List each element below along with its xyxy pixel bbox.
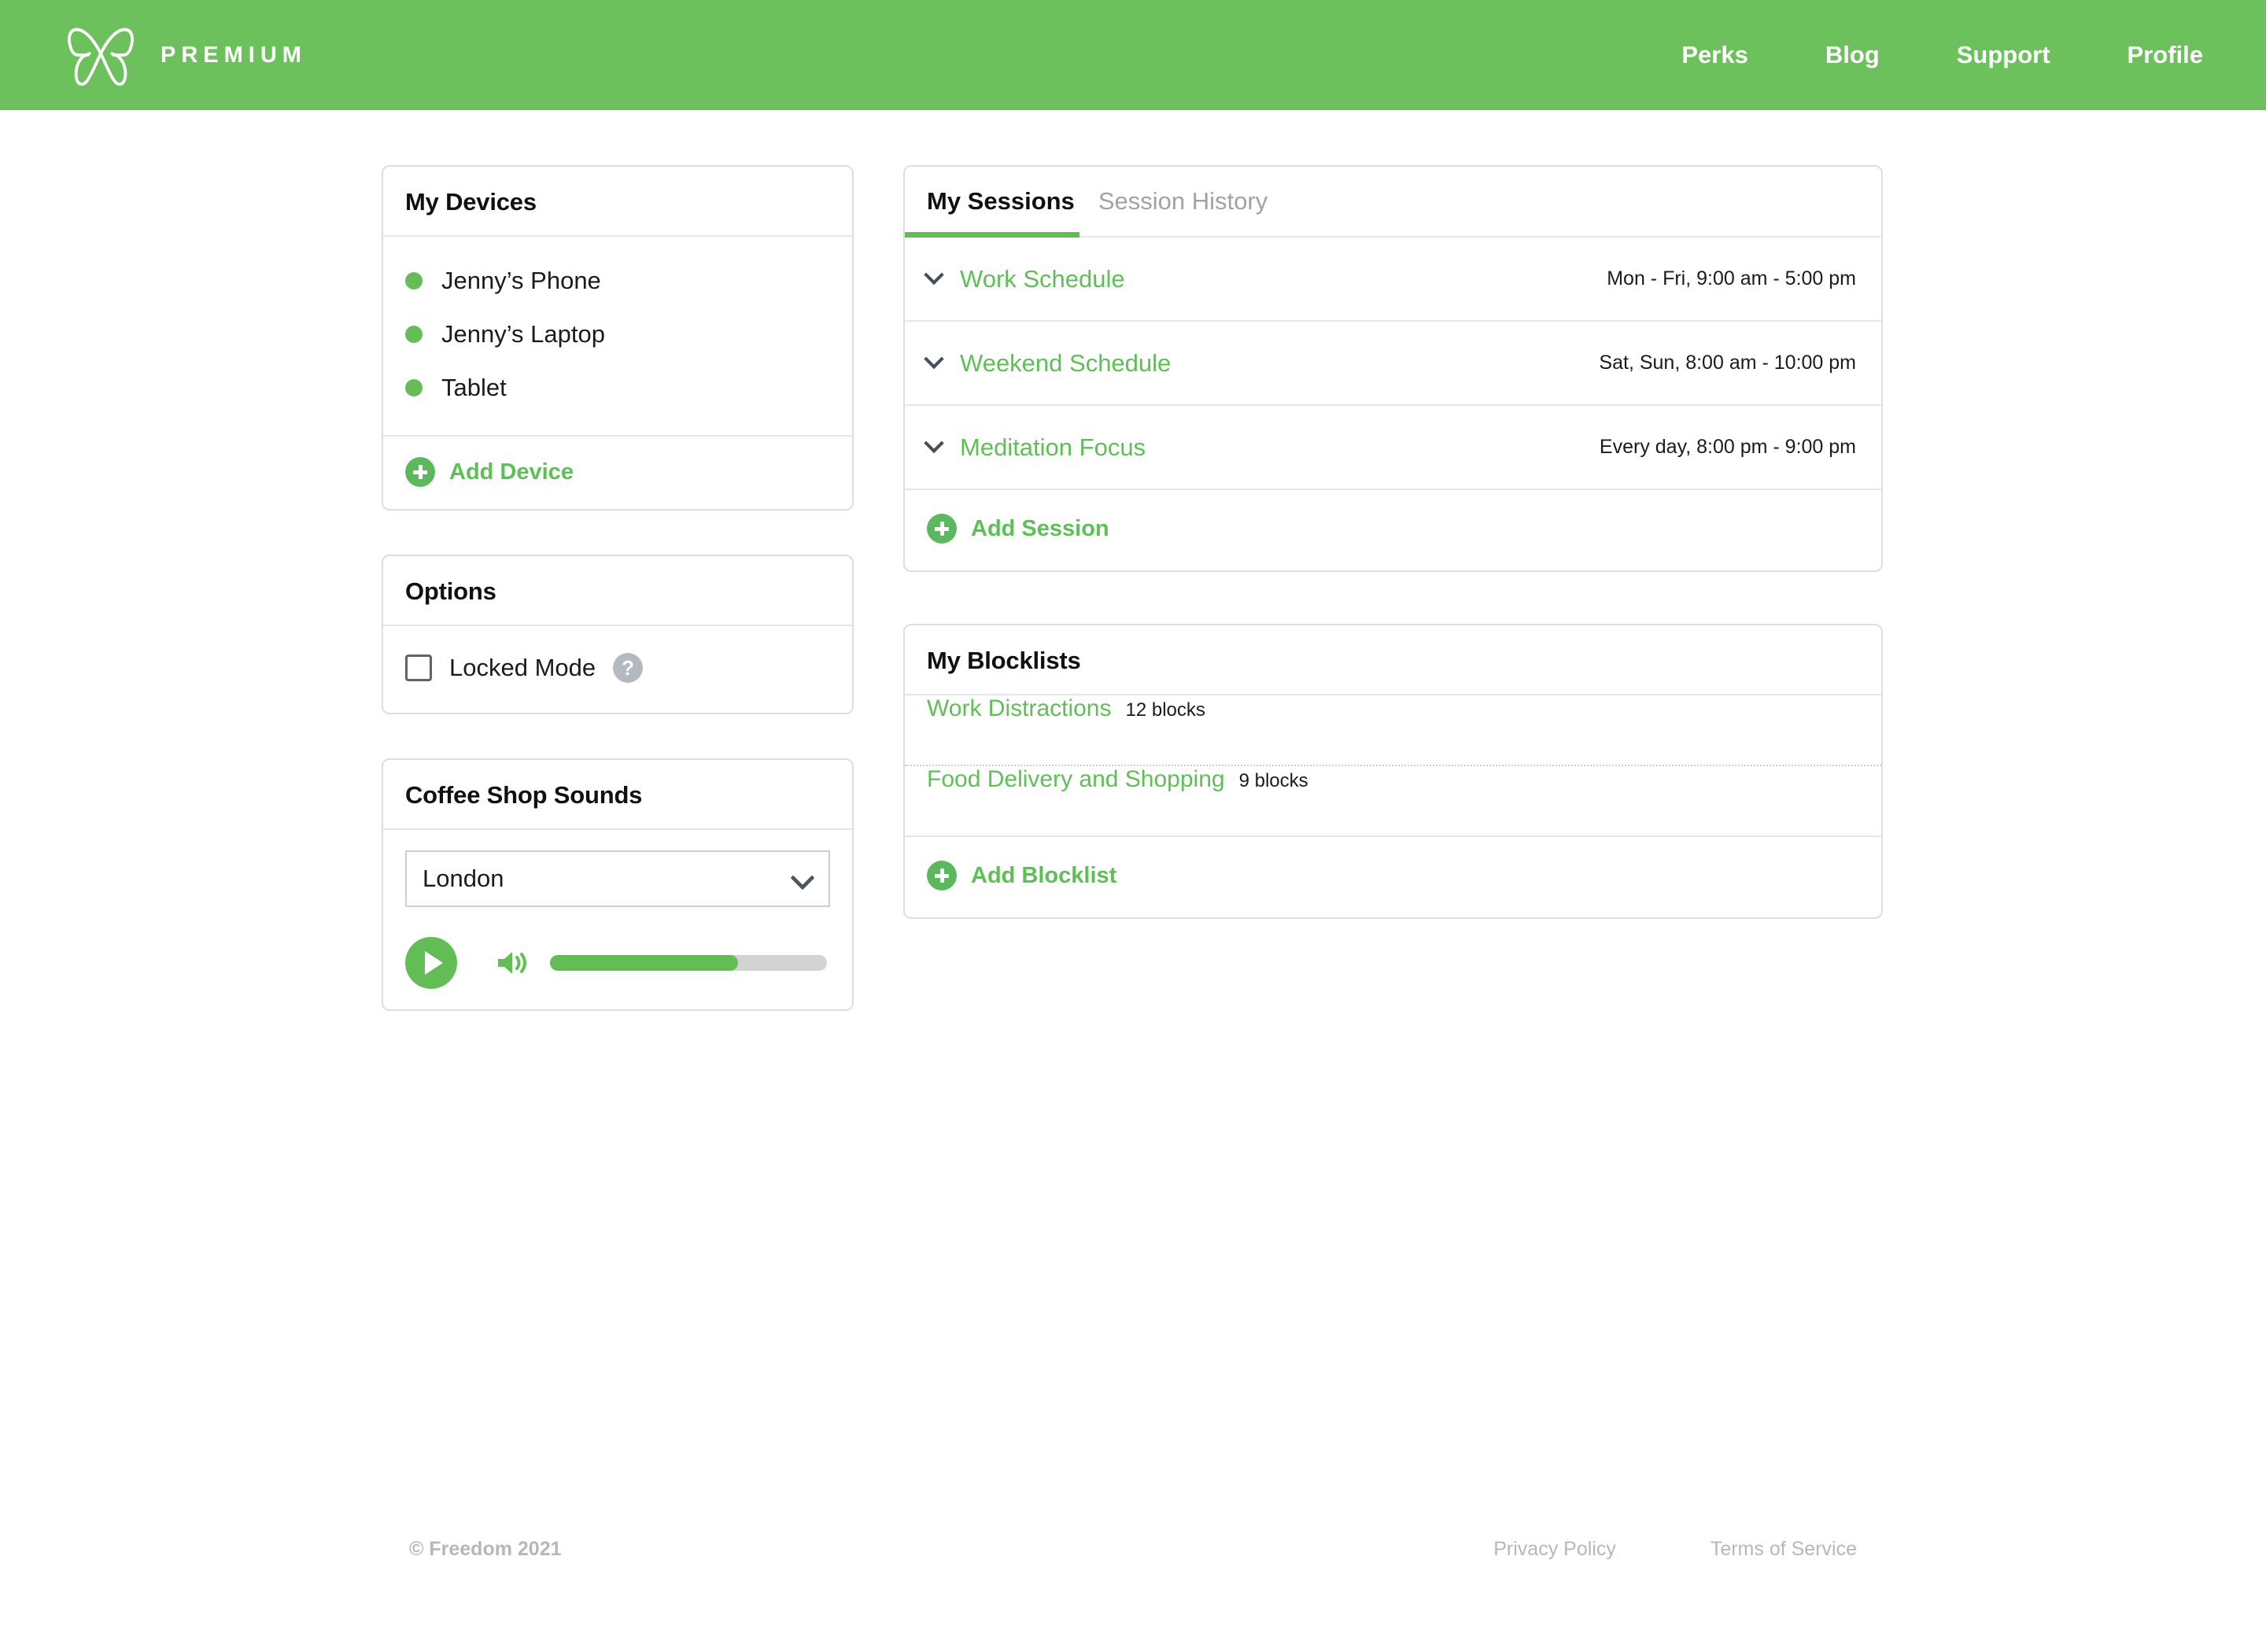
tab-my-sessions[interactable]: My Sessions bbox=[927, 187, 1075, 236]
add-device-button[interactable]: Add Device bbox=[405, 457, 830, 487]
add-session-button[interactable]: Add Session bbox=[927, 514, 1859, 544]
blocklist-name[interactable]: Food Delivery and Shopping bbox=[927, 766, 1225, 793]
nav-item-blog[interactable]: Blog bbox=[1825, 41, 1880, 69]
chevron-down-icon[interactable] bbox=[924, 348, 943, 368]
spacer bbox=[382, 714, 854, 758]
options-title: Options bbox=[405, 577, 830, 606]
chevron-down-icon bbox=[790, 865, 814, 890]
spacer bbox=[382, 511, 854, 555]
site-footer: © Freedom 2021 Privacy Policy Terms of S… bbox=[0, 1538, 2266, 1561]
device-status-dot-icon bbox=[405, 326, 423, 343]
blocklist-name[interactable]: Work Distractions bbox=[927, 695, 1112, 722]
my-devices-footer: Add Device bbox=[383, 435, 852, 509]
nav-item-perks[interactable]: Perks bbox=[1681, 41, 1747, 69]
brand-wordmark: PREMIUM bbox=[161, 42, 307, 68]
coffee-shop-sounds-body: London bbox=[383, 830, 852, 1009]
right-column: My Sessions Session History Work Schedul… bbox=[903, 165, 1883, 919]
my-devices-header: My Devices bbox=[383, 167, 852, 237]
chevron-down-icon[interactable] bbox=[924, 264, 943, 284]
table-row[interactable]: Meditation Focus Every day, 8:00 pm - 9:… bbox=[905, 406, 1881, 490]
plus-circle-icon bbox=[927, 861, 957, 891]
session-name[interactable]: Work Schedule bbox=[960, 265, 1125, 293]
session-time: Every day, 8:00 pm - 9:00 pm bbox=[1600, 436, 1856, 459]
spacer bbox=[903, 572, 1883, 624]
my-blocklists-title: My Blocklists bbox=[927, 647, 1859, 675]
coffee-shop-sounds-header: Coffee Shop Sounds bbox=[383, 760, 852, 830]
footer-links: Privacy Policy Terms of Service bbox=[1399, 1538, 1857, 1561]
volume-slider-fill bbox=[550, 955, 738, 971]
volume-icon bbox=[495, 947, 531, 979]
location-select-value: London bbox=[423, 865, 504, 893]
add-blocklist-button[interactable]: Add Blocklist bbox=[927, 861, 1859, 891]
options-card: Options Locked Mode ? bbox=[382, 555, 854, 714]
play-button[interactable] bbox=[405, 937, 457, 989]
footer-link-terms-of-service[interactable]: Terms of Service bbox=[1711, 1538, 1857, 1561]
list-item[interactable]: Work Distractions 12 blocks bbox=[905, 695, 1881, 766]
sound-player bbox=[405, 937, 830, 989]
options-body: Locked Mode ? bbox=[383, 626, 852, 713]
add-device-label: Add Device bbox=[449, 459, 574, 485]
device-status-dot-icon bbox=[405, 379, 423, 396]
session-name[interactable]: Weekend Schedule bbox=[960, 349, 1171, 378]
location-select[interactable]: London bbox=[405, 850, 830, 907]
my-devices-card: My Devices Jenny’s Phone Jenny’s Laptop … bbox=[382, 165, 854, 511]
coffee-shop-sounds-title: Coffee Shop Sounds bbox=[405, 781, 830, 809]
table-row[interactable]: Weekend Schedule Sat, Sun, 8:00 am - 10:… bbox=[905, 322, 1881, 406]
add-blocklist-label: Add Blocklist bbox=[971, 863, 1116, 889]
footer-link-privacy-policy[interactable]: Privacy Policy bbox=[1493, 1538, 1616, 1561]
help-icon[interactable]: ? bbox=[613, 653, 643, 683]
nav-item-profile[interactable]: Profile bbox=[2128, 41, 2203, 69]
my-blocklists-header: My Blocklists bbox=[905, 625, 1881, 695]
list-item[interactable]: Food Delivery and Shopping 9 blocks bbox=[905, 766, 1881, 837]
add-session-label: Add Session bbox=[971, 516, 1109, 542]
blocklist-count: 12 blocks bbox=[1126, 699, 1205, 721]
device-name: Jenny’s Laptop bbox=[441, 320, 605, 348]
table-row[interactable]: Work Schedule Mon - Fri, 9:00 am - 5:00 … bbox=[905, 238, 1881, 322]
my-devices-list: Jenny’s Phone Jenny’s Laptop Tablet bbox=[383, 237, 852, 435]
session-time: Sat, Sun, 8:00 am - 10:00 pm bbox=[1599, 352, 1856, 374]
plus-circle-icon bbox=[405, 457, 435, 487]
my-blocklists-card: My Blocklists Work Distractions 12 block… bbox=[903, 624, 1883, 919]
coffee-shop-sounds-card: Coffee Shop Sounds London bbox=[382, 758, 854, 1011]
options-header: Options bbox=[383, 556, 852, 626]
my-devices-title: My Devices bbox=[405, 188, 830, 216]
left-column: My Devices Jenny’s Phone Jenny’s Laptop … bbox=[382, 165, 854, 1011]
blocklist-count: 9 blocks bbox=[1239, 770, 1308, 792]
list-item[interactable]: Tablet bbox=[405, 361, 830, 415]
plus-circle-icon bbox=[927, 514, 957, 544]
locked-mode-label: Locked Mode bbox=[449, 654, 596, 682]
volume-slider[interactable] bbox=[550, 955, 827, 971]
my-blocklists-footer: Add Blocklist bbox=[905, 837, 1881, 917]
butterfly-logo-icon bbox=[63, 22, 138, 88]
device-status-dot-icon bbox=[405, 272, 423, 289]
nav-item-support[interactable]: Support bbox=[1957, 41, 2050, 69]
sessions-footer: Add Session bbox=[905, 490, 1881, 570]
copyright: © Freedom 2021 bbox=[409, 1538, 562, 1561]
device-name: Jenny’s Phone bbox=[441, 267, 601, 295]
sessions-tabs-row: My Sessions Session History bbox=[927, 187, 1859, 236]
list-item[interactable]: Jenny’s Phone bbox=[405, 254, 830, 308]
device-name: Tablet bbox=[441, 374, 507, 402]
brand[interactable]: PREMIUM bbox=[63, 22, 307, 88]
chevron-down-icon[interactable] bbox=[924, 433, 943, 452]
session-name[interactable]: Meditation Focus bbox=[960, 433, 1146, 462]
site-header: PREMIUM Perks Blog Support Profile bbox=[0, 0, 2266, 110]
sessions-card: My Sessions Session History Work Schedul… bbox=[903, 165, 1883, 572]
locked-mode-row[interactable]: Locked Mode ? bbox=[405, 643, 830, 692]
tab-session-history[interactable]: Session History bbox=[1098, 187, 1268, 236]
main-nav: Perks Blog Support Profile bbox=[1604, 41, 2203, 69]
session-time: Mon - Fri, 9:00 am - 5:00 pm bbox=[1607, 267, 1856, 290]
list-item[interactable]: Jenny’s Laptop bbox=[405, 308, 830, 361]
sessions-tabs: My Sessions Session History bbox=[905, 167, 1881, 236]
locked-mode-checkbox[interactable] bbox=[405, 655, 432, 681]
